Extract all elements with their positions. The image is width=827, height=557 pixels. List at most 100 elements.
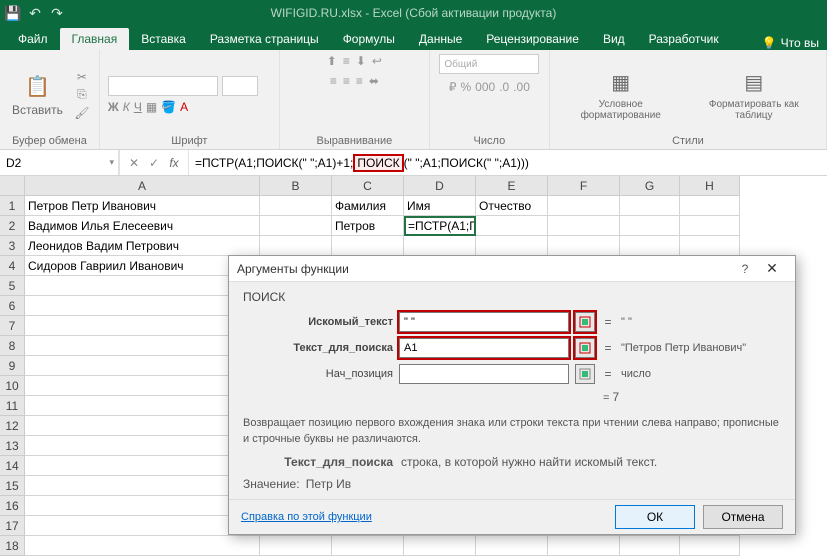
row-header-10[interactable]: 10 bbox=[0, 376, 25, 396]
align-top-icon[interactable]: ⬆ bbox=[327, 54, 337, 68]
row-header-15[interactable]: 15 bbox=[0, 476, 25, 496]
tab-home[interactable]: Главная bbox=[60, 28, 130, 50]
name-box[interactable]: D2 bbox=[0, 150, 120, 175]
font-size-select[interactable] bbox=[222, 76, 258, 96]
tab-insert[interactable]: Вставка bbox=[129, 28, 198, 50]
ok-button[interactable]: ОК bbox=[615, 505, 695, 529]
dec-decimal-icon[interactable]: .00 bbox=[513, 80, 530, 94]
row-header-16[interactable]: 16 bbox=[0, 496, 25, 516]
cell-E1[interactable]: Отчество bbox=[476, 196, 548, 216]
cell-A4[interactable]: Сидоров Гавриил Иванович bbox=[25, 256, 260, 276]
tell-me[interactable]: 💡 Что вы bbox=[762, 36, 827, 50]
arg1-input[interactable] bbox=[399, 312, 569, 332]
tab-view[interactable]: Вид bbox=[591, 28, 637, 50]
font-color-icon[interactable]: A bbox=[180, 100, 188, 114]
cut-icon[interactable]: ✂ bbox=[73, 69, 91, 85]
cell-F2[interactable] bbox=[548, 216, 620, 236]
wrap-icon[interactable]: ↩ bbox=[372, 54, 382, 68]
col-header-E[interactable]: E bbox=[476, 176, 548, 196]
fill-color-icon[interactable]: 🪣 bbox=[161, 100, 176, 114]
cell-H2[interactable] bbox=[680, 216, 740, 236]
cell-E2[interactable] bbox=[476, 216, 548, 236]
row-header-12[interactable]: 12 bbox=[0, 416, 25, 436]
cell-F3[interactable] bbox=[548, 236, 620, 256]
col-header-F[interactable]: F bbox=[548, 176, 620, 196]
merge-icon[interactable]: ⬌ bbox=[369, 74, 379, 88]
row-header-14[interactable]: 14 bbox=[0, 456, 25, 476]
fx-icon[interactable]: fx bbox=[166, 156, 182, 170]
row-header-3[interactable]: 3 bbox=[0, 236, 25, 256]
thousands-icon[interactable]: 000 bbox=[475, 80, 495, 94]
cell-D3[interactable] bbox=[404, 236, 476, 256]
bold-button[interactable]: Ж bbox=[108, 100, 119, 114]
cell-A14[interactable] bbox=[25, 456, 260, 476]
help-link[interactable]: Справка по этой функции bbox=[241, 511, 372, 523]
cancel-formula-icon[interactable]: ✕ bbox=[126, 156, 142, 170]
cell-A5[interactable] bbox=[25, 276, 260, 296]
dialog-titlebar[interactable]: Аргументы функции ? ✕ bbox=[229, 256, 795, 282]
tab-review[interactable]: Рецензирование bbox=[474, 28, 591, 50]
cell-F1[interactable] bbox=[548, 196, 620, 216]
cell-B2[interactable] bbox=[260, 216, 332, 236]
row-header-11[interactable]: 11 bbox=[0, 396, 25, 416]
cell-D1[interactable]: Имя bbox=[404, 196, 476, 216]
tab-layout[interactable]: Разметка страницы bbox=[198, 28, 331, 50]
cell-B3[interactable] bbox=[260, 236, 332, 256]
format-table-button[interactable]: ▤ Форматировать как таблицу bbox=[690, 67, 818, 123]
currency-icon[interactable]: ₽ bbox=[449, 80, 457, 94]
cell-G3[interactable] bbox=[620, 236, 680, 256]
underline-button[interactable]: Ч bbox=[134, 100, 142, 114]
cell-E3[interactable] bbox=[476, 236, 548, 256]
cell-F18[interactable] bbox=[548, 536, 620, 556]
row-header-17[interactable]: 17 bbox=[0, 516, 25, 536]
arg1-ref-button[interactable] bbox=[575, 312, 595, 332]
align-left-icon[interactable]: ≡ bbox=[330, 74, 337, 88]
redo-icon[interactable]: ↷ bbox=[48, 4, 66, 22]
row-header-7[interactable]: 7 bbox=[0, 316, 25, 336]
align-right-icon[interactable]: ≡ bbox=[356, 74, 363, 88]
cell-C18[interactable] bbox=[332, 536, 404, 556]
row-header-13[interactable]: 13 bbox=[0, 436, 25, 456]
col-header-A[interactable]: A bbox=[25, 176, 260, 196]
cell-D18[interactable] bbox=[404, 536, 476, 556]
font-family-select[interactable] bbox=[108, 76, 218, 96]
cell-A3[interactable]: Леонидов Вадим Петрович bbox=[25, 236, 260, 256]
cell-A7[interactable] bbox=[25, 316, 260, 336]
save-icon[interactable]: 💾 bbox=[4, 4, 22, 22]
inc-decimal-icon[interactable]: .0 bbox=[499, 80, 509, 94]
row-header-2[interactable]: 2 bbox=[0, 216, 25, 236]
border-icon[interactable]: ▦ bbox=[146, 100, 157, 114]
row-header-1[interactable]: 1 bbox=[0, 196, 25, 216]
cell-B1[interactable] bbox=[260, 196, 332, 216]
align-mid-icon[interactable]: ≡ bbox=[343, 54, 350, 68]
conditional-format-button[interactable]: ▦ Условное форматирование bbox=[558, 67, 684, 123]
cell-A2[interactable]: Вадимов Илья Елесеевич bbox=[25, 216, 260, 236]
cell-A16[interactable] bbox=[25, 496, 260, 516]
percent-icon[interactable]: % bbox=[460, 80, 471, 94]
cell-A18[interactable] bbox=[25, 536, 260, 556]
cell-D2[interactable]: =ПСТР(A1;ПОИСК(" ";A1)+1;ПОИСК(" ";A1;ПО… bbox=[404, 216, 476, 236]
cell-H3[interactable] bbox=[680, 236, 740, 256]
tab-file[interactable]: Файл bbox=[6, 28, 60, 50]
cell-A1[interactable]: Петров Петр Иванович bbox=[25, 196, 260, 216]
arg3-ref-button[interactable] bbox=[575, 364, 595, 384]
accept-formula-icon[interactable]: ✓ bbox=[146, 156, 162, 170]
cell-A15[interactable] bbox=[25, 476, 260, 496]
cell-G18[interactable] bbox=[620, 536, 680, 556]
cancel-button[interactable]: Отмена bbox=[703, 505, 783, 529]
arg3-input[interactable] bbox=[399, 364, 569, 384]
cell-B18[interactable] bbox=[260, 536, 332, 556]
select-all-corner[interactable] bbox=[0, 176, 25, 196]
align-center-icon[interactable]: ≡ bbox=[343, 74, 350, 88]
cell-A13[interactable] bbox=[25, 436, 260, 456]
cell-A11[interactable] bbox=[25, 396, 260, 416]
cell-E18[interactable] bbox=[476, 536, 548, 556]
cell-A8[interactable] bbox=[25, 336, 260, 356]
cell-A6[interactable] bbox=[25, 296, 260, 316]
tab-data[interactable]: Данные bbox=[407, 28, 474, 50]
help-icon[interactable]: ? bbox=[733, 262, 757, 276]
col-header-D[interactable]: D bbox=[404, 176, 476, 196]
cell-H1[interactable] bbox=[680, 196, 740, 216]
tab-developer[interactable]: Разработчик bbox=[637, 28, 731, 50]
number-format-select[interactable]: Общий bbox=[439, 54, 539, 74]
